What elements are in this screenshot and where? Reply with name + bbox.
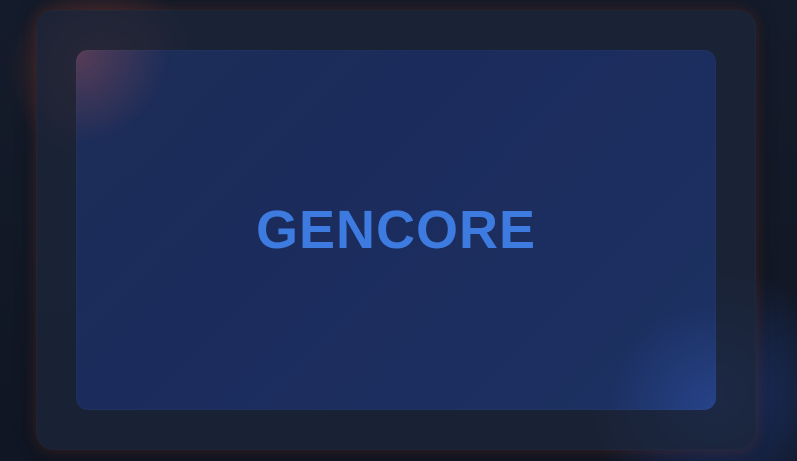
brand-card: GENCORE: [76, 50, 716, 410]
splash-screen: GENCORE: [0, 0, 797, 461]
brand-wordmark: GENCORE: [255, 200, 537, 260]
